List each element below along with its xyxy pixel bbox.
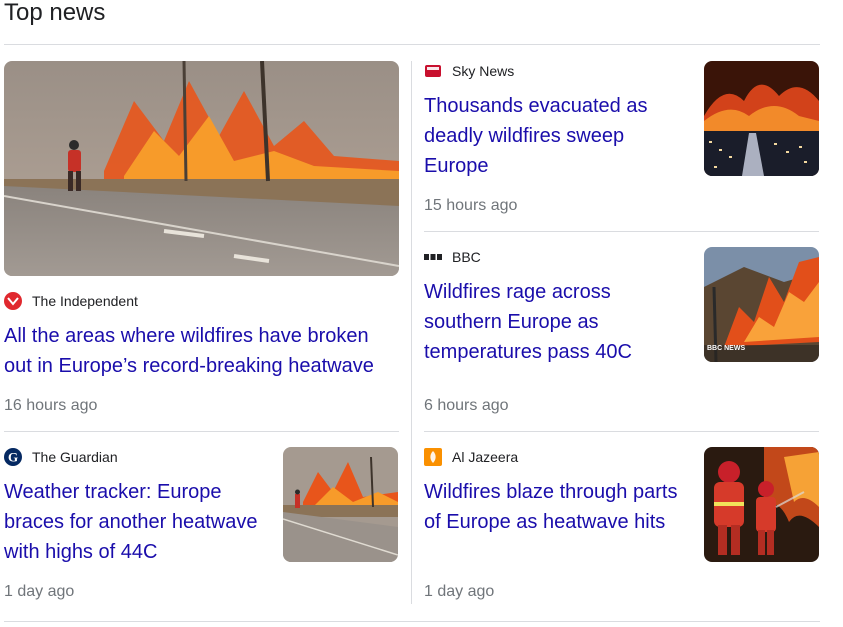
thumbnail-watermark: BBC NEWS	[707, 345, 746, 352]
column-divider	[411, 61, 412, 604]
sky-news-logo-icon	[424, 62, 442, 80]
story-time: 15 hours ago	[424, 197, 518, 214]
source-name: The Independent	[32, 293, 138, 309]
story-title-aljazeera[interactable]: Wildfires blaze through parts of Europe …	[424, 477, 689, 537]
story-divider	[4, 431, 399, 432]
footer-divider	[4, 621, 820, 622]
svg-text:G: G	[8, 450, 18, 465]
story-image-skynews[interactable]	[704, 61, 819, 176]
story-time: 1 day ago	[424, 583, 495, 600]
source-row-bbc: BBC	[424, 248, 481, 266]
story-divider	[424, 231, 819, 232]
source-name: Al Jazeera	[452, 449, 519, 465]
source-name: Sky News	[452, 63, 515, 79]
story-title-guardian[interactable]: Weather tracker: Europe braces for anoth…	[4, 477, 269, 567]
source-row-independent: The Independent	[4, 292, 138, 310]
section-title: Top news	[4, 0, 106, 26]
story-time: 16 hours ago	[4, 397, 98, 414]
story-time: 6 hours ago	[424, 397, 509, 414]
story-time: 1 day ago	[4, 583, 75, 600]
story-title-independent[interactable]: All the areas where wildfires have broke…	[4, 321, 396, 381]
story-title-bbc[interactable]: Wildfires rage across southern Europe as…	[424, 277, 689, 367]
source-name: The Guardian	[32, 449, 118, 465]
firefighters-photo	[704, 447, 819, 562]
al-jazeera-logo-icon	[424, 448, 442, 466]
source-row-aljazeera: Al Jazeera	[424, 448, 518, 466]
guardian-logo-icon: G	[4, 448, 22, 466]
source-name: BBC	[452, 249, 481, 265]
wildfire-runner-photo	[4, 61, 399, 276]
source-row-guardian: G The Guardian	[4, 448, 118, 466]
story-title-skynews[interactable]: Thousands evacuated as deadly wildfires …	[424, 91, 689, 181]
independent-logo-icon	[4, 292, 22, 310]
story-image-independent[interactable]	[4, 61, 399, 276]
wildfire-road-photo	[283, 447, 398, 562]
story-image-bbc[interactable]: BBC NEWS	[704, 247, 819, 362]
story-image-aljazeera[interactable]	[704, 447, 819, 562]
story-image-guardian[interactable]	[283, 447, 398, 562]
wildfire-city-night-photo	[704, 61, 819, 176]
bbc-logo-icon	[424, 248, 442, 266]
source-row-skynews: Sky News	[424, 62, 514, 80]
header-divider	[4, 44, 820, 45]
story-divider	[424, 431, 819, 432]
